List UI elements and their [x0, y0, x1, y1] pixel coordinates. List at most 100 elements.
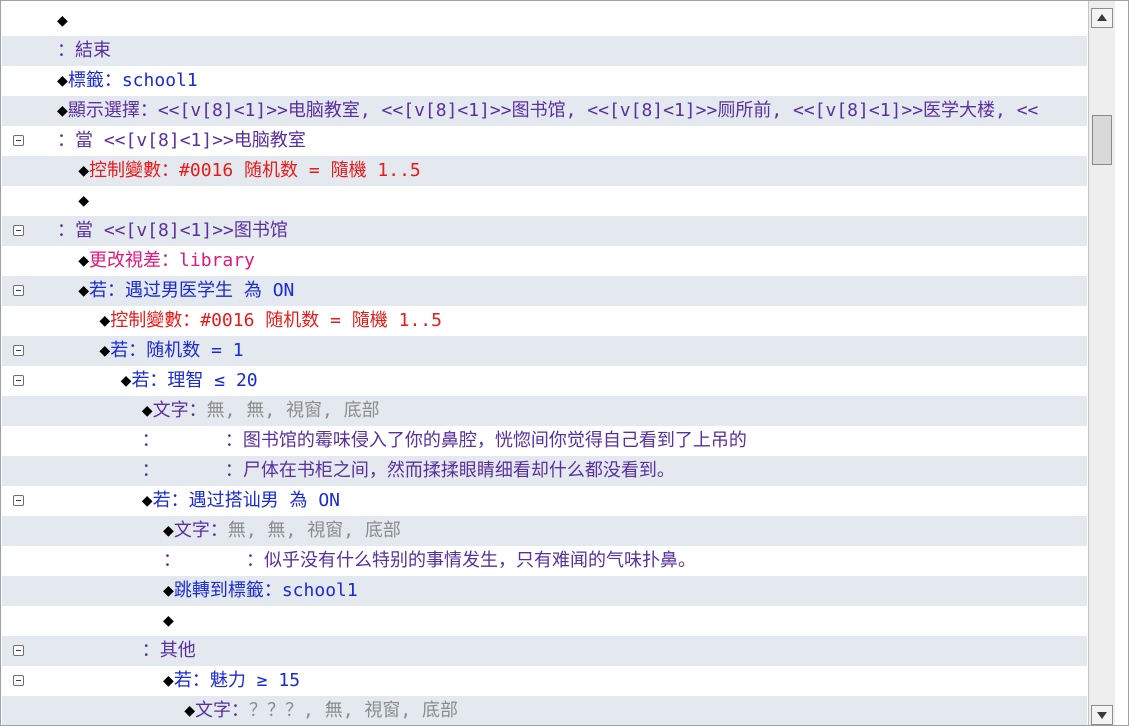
command-text: ◆更改視差：library — [78, 246, 255, 276]
command-bullet: ◆ — [120, 370, 132, 391]
command-text: ◆文字：？？？, 無, 視窗, 底部 — [184, 696, 459, 725]
command-segment: ： ：图书馆的霉味侵入了你的鼻腔，恍惚间你觉得自己看到了上吊的 — [141, 430, 747, 451]
command-line[interactable]: ： ：似乎没有什么特别的事情发生，只有难闻的气味扑鼻。 — [2, 546, 1087, 576]
command-line[interactable]: ◆標籤：school1 — [2, 66, 1087, 96]
command-bullet: ◆ — [57, 70, 68, 91]
command-line[interactable]: ：其他 — [2, 636, 1087, 666]
command-bullet: ◆ — [78, 160, 90, 181]
command-text: ◆若：随机数 = 1 — [99, 336, 243, 366]
collapse-icon[interactable] — [13, 345, 24, 356]
command-line[interactable]: ◆若：遇过男医学生 為 ON — [2, 276, 1087, 306]
command-segment: 無, 無, 視窗, 底部 — [206, 400, 380, 421]
command-line[interactable]: ◆若：魅力 ≥ 15 — [2, 666, 1087, 696]
command-bullet: ◆ — [141, 490, 153, 511]
window-edge — [1115, 1, 1128, 725]
command-segment: 控制變數：#0016 随机数 = 隨機 1..5 — [110, 310, 442, 331]
command-text: ◆若：理智 ≤ 20 — [121, 366, 258, 396]
command-segment: 若：遇过搭讪男 為 ON — [152, 490, 340, 511]
collapse-icon[interactable] — [13, 675, 24, 686]
command-text: ：當 <<[v[8]<1]>>电脑教室 — [57, 126, 306, 156]
command-line[interactable]: ： ：尸体在书柜之间，然而揉揉眼睛细看却什么都没看到。 — [2, 456, 1087, 486]
command-bullet: ◆ — [78, 280, 90, 301]
command-bullet: ◆ — [99, 340, 111, 361]
command-segment: 文字： — [195, 700, 250, 721]
command-bullet: ◆ — [78, 250, 90, 271]
command-segment: ： ：尸体在书柜之间，然而揉揉眼睛细看却什么都没看到。 — [141, 460, 675, 481]
command-line[interactable]: ◆若：随机数 = 1 — [2, 336, 1087, 366]
command-bullet: ◆ — [163, 520, 174, 541]
command-bullet: ◆ — [163, 610, 174, 631]
command-bullet: ◆ — [99, 310, 111, 331]
command-line[interactable]: ◆控制變數：#0016 随机数 = 隨機 1..5 — [2, 306, 1087, 336]
collapse-icon[interactable] — [13, 495, 24, 506]
command-line[interactable]: ◆文字：無, 無, 視窗, 底部 — [2, 396, 1087, 426]
command-bullet: ◆ — [57, 100, 68, 121]
command-text: ◆若：魅力 ≥ 15 — [163, 666, 300, 696]
command-line[interactable]: ：當 <<[v[8]<1]>>电脑教室 — [2, 126, 1087, 156]
scroll-thumb[interactable] — [1092, 115, 1112, 165]
command-text: ◆顯示選擇：<<[v[8]<1]>>电脑教室, <<[v[8]<1]>>图书馆,… — [57, 96, 1038, 126]
command-segment: 更改視差：library — [89, 250, 255, 271]
command-bullet: ◆ — [184, 700, 196, 721]
command-text: ： ：似乎没有什么特别的事情发生，只有难闻的气味扑鼻。 — [163, 546, 696, 576]
command-text: ◆控制變數：#0016 随机数 = 隨機 1..5 — [78, 156, 421, 186]
command-segment: 文字： — [173, 520, 228, 541]
collapse-icon[interactable] — [13, 285, 24, 296]
command-text: ◆跳轉到標籤：school1 — [163, 576, 358, 606]
command-text: ◆標籤：school1 — [57, 66, 198, 96]
collapse-icon[interactable] — [13, 225, 24, 236]
command-segment: 文字： — [152, 400, 207, 421]
collapse-icon[interactable] — [13, 375, 24, 386]
command-segment: ： ：似乎没有什么特别的事情发生，只有难闻的气味扑鼻。 — [163, 550, 697, 571]
command-line[interactable]: ： ：图书馆的霉味侵入了你的鼻腔，恍惚间你觉得自己看到了上吊的 — [2, 426, 1087, 456]
command-text: ◆控制變數：#0016 随机数 = 隨機 1..5 — [99, 306, 442, 336]
command-text: ◆若：遇过男医学生 為 ON — [78, 276, 294, 306]
collapse-icon[interactable] — [13, 645, 24, 656]
command-bullet: ◆ — [141, 400, 153, 421]
command-text: ：結束 — [57, 36, 111, 66]
command-line[interactable]: ◆文字：？？？, 無, 視窗, 底部 — [2, 696, 1087, 725]
command-line[interactable]: ◆若：理智 ≤ 20 — [2, 366, 1087, 396]
command-segment: ：當 <<[v[8]<1]>>图书馆 — [57, 220, 288, 241]
command-segment: 若：遇过男医学生 為 ON — [89, 280, 295, 301]
command-line[interactable]: ：結束 — [2, 36, 1087, 66]
command-line[interactable]: ◆ — [2, 186, 1087, 216]
command-segment: ：當 <<[v[8]<1]>>电脑教室 — [57, 130, 306, 151]
scroll-up-button[interactable] — [1091, 8, 1113, 28]
command-line[interactable]: ◆顯示選擇：<<[v[8]<1]>>电脑教室, <<[v[8]<1]>>图书馆,… — [2, 96, 1087, 126]
command-segment: 若：理智 ≤ 20 — [131, 370, 258, 391]
command-segment: ：結束 — [57, 40, 111, 61]
command-line[interactable]: ：當 <<[v[8]<1]>>图书馆 — [2, 216, 1087, 246]
command-segment: 若：魅力 ≥ 15 — [173, 670, 301, 691]
command-segment: ：其他 — [141, 640, 196, 661]
command-text: ◆文字：無, 無, 視窗, 底部 — [142, 396, 380, 426]
collapse-icon[interactable] — [13, 135, 24, 146]
command-text: ：其他 — [142, 636, 196, 666]
command-segment: 顯示選擇：<<[v[8]<1]>>电脑教室, <<[v[8]<1]>>图书馆, … — [67, 100, 1039, 121]
command-bullet: ◆ — [57, 10, 68, 31]
arrow-down-icon — [1097, 712, 1107, 719]
command-segment: 標籤：school1 — [67, 70, 198, 91]
event-command-list[interactable]: ◆ ：結束 ◆標籤：school1 ◆顯示選擇：<<[v[8]<1]>>电脑教室, <… — [0, 0, 1129, 726]
command-line[interactable]: ◆跳轉到標籤：school1 — [2, 576, 1087, 606]
command-line[interactable]: ◆文字：無, 無, 視窗, 底部 — [2, 516, 1087, 546]
command-text: ◆文字：無, 無, 視窗, 底部 — [163, 516, 401, 546]
command-bullet: ◆ — [163, 670, 174, 691]
command-lines: ◆ ：結束 ◆標籤：school1 ◆顯示選擇：<<[v[8]<1]>>电脑教室, <… — [2, 6, 1087, 725]
command-text: ◆ — [78, 186, 89, 216]
command-line[interactable]: ◆控制變數：#0016 随机数 = 隨機 1..5 — [2, 156, 1087, 186]
command-segment: 無, 無, 視窗, 底部 — [227, 520, 401, 541]
command-segment: ？？？, 無, 視窗, 底部 — [249, 700, 459, 721]
command-text: ◆若：遇过搭讪男 為 ON — [142, 486, 340, 516]
command-line[interactable]: ◆ — [2, 606, 1087, 636]
command-text: ：當 <<[v[8]<1]>>图书馆 — [57, 216, 288, 246]
command-line[interactable]: ◆若：遇过搭讪男 為 ON — [2, 486, 1087, 516]
command-line[interactable]: ◆更改視差：library — [2, 246, 1087, 276]
command-text: ： ：图书馆的霉味侵入了你的鼻腔，恍惚间你觉得自己看到了上吊的 — [142, 426, 747, 456]
command-bullet: ◆ — [163, 580, 174, 601]
vertical-scrollbar[interactable] — [1088, 1, 1115, 725]
arrow-up-icon — [1097, 14, 1107, 21]
scroll-down-button[interactable] — [1091, 705, 1113, 725]
command-text: ◆ — [163, 606, 174, 636]
command-line[interactable]: ◆ — [2, 6, 1087, 36]
